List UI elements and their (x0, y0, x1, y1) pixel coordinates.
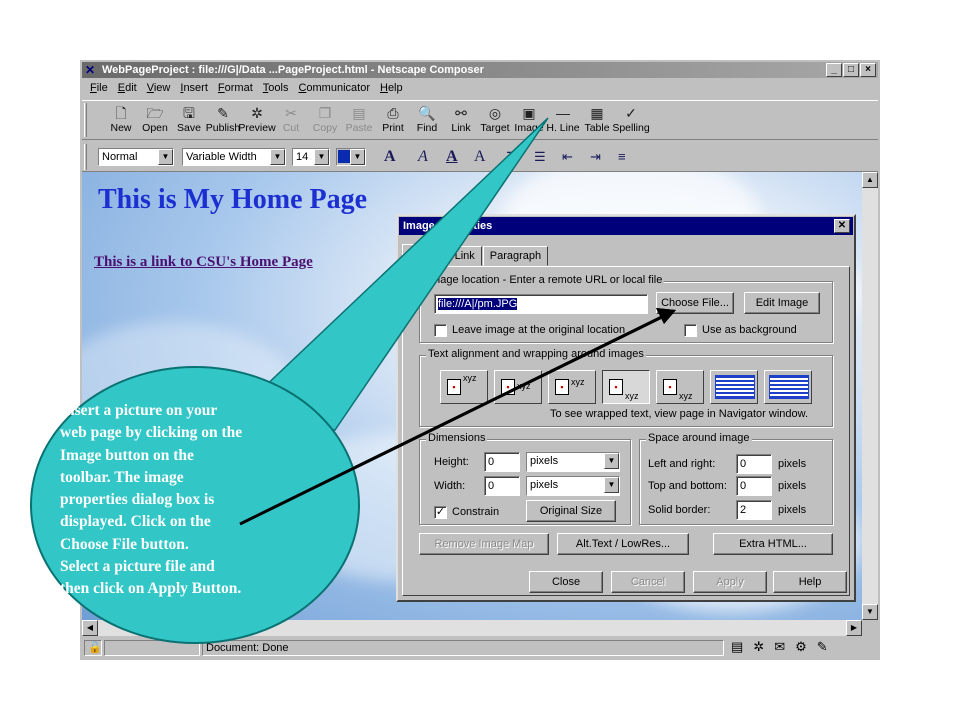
instruction-line: Image button on the (60, 446, 194, 464)
instruction-line: then click on Apply Button. (60, 580, 242, 598)
instruction-text: Insert a picture on your web page by clic… (60, 400, 300, 601)
instruction-line: toolbar. The image (60, 468, 184, 486)
instruction-line: Insert a picture on your (60, 402, 218, 419)
instruction-line: Choose File button. (60, 535, 189, 553)
callout-tail (238, 117, 549, 431)
instruction-line: displayed. Click on the (60, 513, 211, 531)
instruction-line: web page by clicking on the (60, 424, 243, 442)
arrow-head-icon (656, 308, 676, 324)
instruction-line: Select a picture file and (60, 558, 215, 576)
instruction-line: properties dialog box is (60, 491, 215, 509)
